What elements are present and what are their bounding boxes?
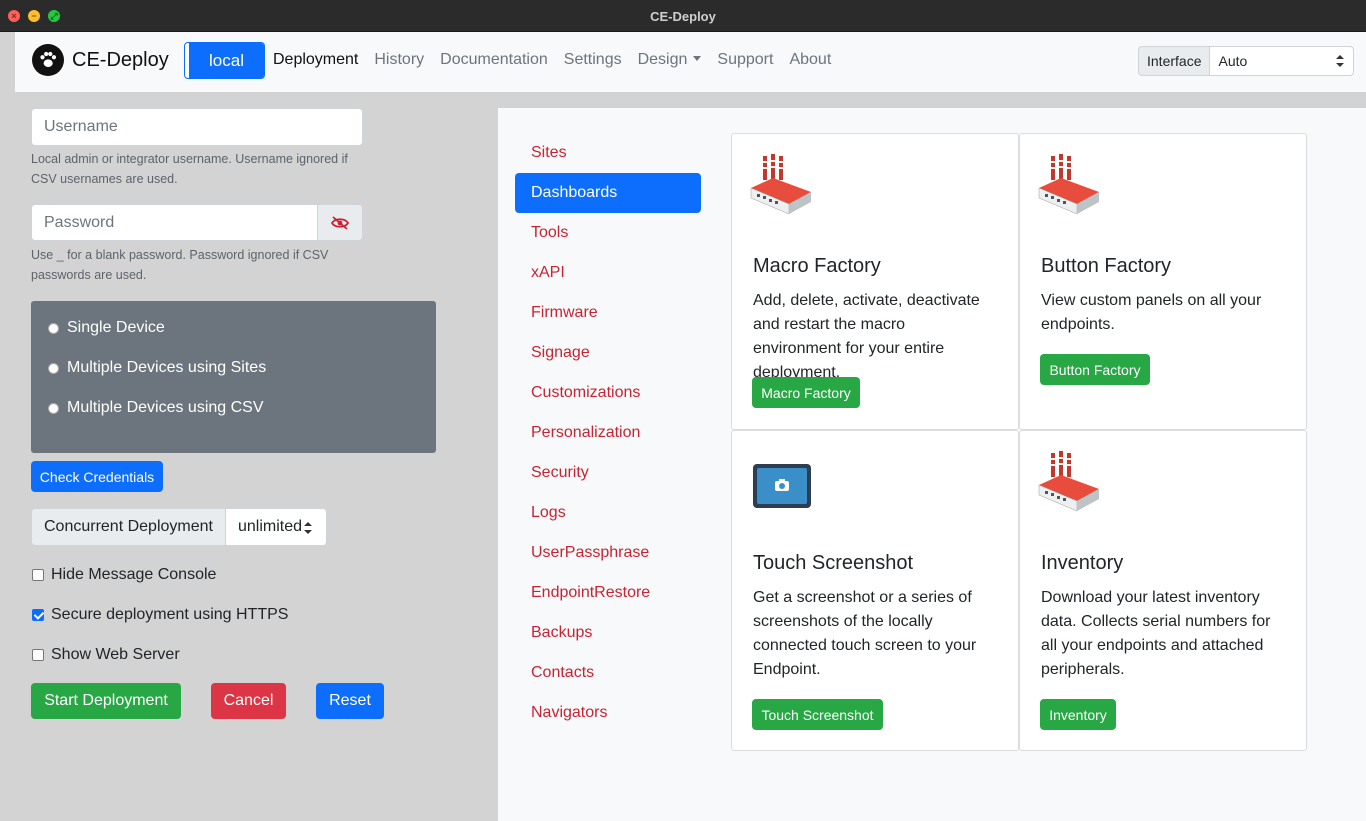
nav-about[interactable]: About <box>789 51 831 69</box>
radio-multiple-csv[interactable]: Multiple Devices using CSV <box>48 399 264 417</box>
card-text: View custom panels on all your endpoints… <box>1041 292 1262 333</box>
checkbox-label: Secure deployment using HTTPS <box>51 606 289 623</box>
window-titlebar: × − ⤢ CE-Deploy <box>0 0 1366 32</box>
radio-multiple-sites[interactable]: Multiple Devices using Sites <box>48 359 266 377</box>
environment-button[interactable]: local <box>184 42 265 79</box>
paw-icon <box>32 44 64 76</box>
radio-label: Single Device <box>67 319 165 336</box>
card-title: Button Factory <box>1041 255 1172 277</box>
concurrent-deployment-group: Concurrent Deployment unlimited <box>31 508 327 546</box>
card-title: Touch Screenshot <box>753 552 914 574</box>
check-credentials-button[interactable]: Check Credentials <box>31 461 163 492</box>
dashboard-panel: Sites Dashboards Tools xAPI Firmware Sig… <box>498 108 1366 821</box>
side-nav: Sites Dashboards Tools xAPI Firmware Sig… <box>515 133 701 733</box>
concurrent-value: unlimited <box>237 518 302 535</box>
main-nav: Deployment History Documentation Setting… <box>273 51 847 69</box>
side-item-endpointrestore[interactable]: EndpointRestore <box>515 573 701 613</box>
card-text: Add, delete, activate, deactivate and re… <box>753 292 980 381</box>
select-arrows-icon <box>303 522 318 534</box>
select-arrows-icon <box>1336 55 1345 67</box>
card-touch-screenshot: Touch Screenshot Get a screenshot or a s… <box>731 430 1019 751</box>
username-help: Local admin or integrator username. User… <box>31 152 348 186</box>
nav-settings[interactable]: Settings <box>564 51 622 69</box>
side-item-backups[interactable]: Backups <box>515 613 701 653</box>
concurrent-select[interactable]: unlimited <box>225 508 327 546</box>
side-item-contacts[interactable]: Contacts <box>515 653 701 693</box>
touch-screenshot-button[interactable]: Touch Screenshot <box>752 699 883 730</box>
interface-value: Auto <box>1218 53 1248 69</box>
card-inventory: Inventory Download your latest inventory… <box>1019 430 1307 751</box>
side-item-firmware[interactable]: Firmware <box>515 293 701 333</box>
factory-icon <box>750 154 811 215</box>
card-title: Macro Factory <box>753 255 881 277</box>
brand[interactable]: CE-Deploy <box>32 44 169 76</box>
username-input[interactable]: Username <box>31 108 363 146</box>
macro-factory-button[interactable]: Macro Factory <box>752 377 860 408</box>
window-title: CE-Deploy <box>650 9 716 24</box>
side-item-userpassphrase[interactable]: UserPassphrase <box>515 533 701 573</box>
factory-icon <box>1038 154 1099 215</box>
start-deployment-button[interactable]: Start Deployment <box>31 683 181 719</box>
web-server-checkbox-row[interactable]: Show Web Server <box>32 646 180 664</box>
side-item-navigators[interactable]: Navigators <box>515 693 701 733</box>
side-item-dashboards[interactable]: Dashboards <box>515 173 701 213</box>
web-server-checkbox[interactable] <box>32 649 44 661</box>
checkbox-label: Hide Message Console <box>51 566 217 583</box>
card-button-factory: Button Factory View custom panels on all… <box>1019 133 1307 430</box>
radio-circle[interactable] <box>48 322 59 334</box>
card-title: Inventory <box>1041 552 1124 574</box>
environment-label: local <box>189 43 264 78</box>
toggle-password-button[interactable] <box>317 204 363 241</box>
side-item-security[interactable]: Security <box>515 453 701 493</box>
screenshot-icon <box>753 464 811 508</box>
card-text: Get a screenshot or a series of screensh… <box>753 589 977 678</box>
password-placeholder: Password <box>44 213 115 231</box>
radio-label: Multiple Devices using Sites <box>67 359 267 376</box>
side-item-tools[interactable]: Tools <box>515 213 701 253</box>
nav-design-label: Design <box>637 51 688 68</box>
card-text: Download your latest inventory data. Col… <box>1041 589 1271 678</box>
top-navbar: CE-Deploy local Deployment History Docum… <box>15 32 1366 92</box>
side-item-xapi[interactable]: xAPI <box>515 253 701 293</box>
password-input[interactable]: Password <box>31 204 318 241</box>
hide-console-checkbox[interactable] <box>32 569 44 581</box>
https-checkbox[interactable] <box>32 609 44 621</box>
device-mode-group: Single Device Multiple Devices using Sit… <box>31 301 436 453</box>
side-item-signage[interactable]: Signage <box>515 333 701 373</box>
side-item-logs[interactable]: Logs <box>515 493 701 533</box>
radio-label: Multiple Devices using CSV <box>67 399 264 416</box>
password-help: Use _ for a blank password. Password ign… <box>31 248 329 282</box>
checkbox-label: Show Web Server <box>51 646 180 663</box>
nav-support[interactable]: Support <box>717 51 773 69</box>
cancel-button[interactable]: Cancel <box>211 683 286 719</box>
brand-name: CE-Deploy <box>72 48 169 71</box>
button-factory-button[interactable]: Button Factory <box>1040 354 1150 385</box>
factory-icon <box>1038 451 1099 512</box>
interface-label: Interface <box>1138 46 1211 76</box>
deployment-form: Username Local admin or integrator usern… <box>0 92 498 821</box>
nav-history[interactable]: History <box>374 51 424 69</box>
eye-slash-icon <box>330 215 350 230</box>
card-macro-factory: Macro Factory Add, delete, activate, dea… <box>731 133 1019 430</box>
hide-console-checkbox-row[interactable]: Hide Message Console <box>32 566 216 584</box>
interface-selector: Interface Auto <box>1138 46 1355 76</box>
caret-down-icon <box>693 55 702 61</box>
nav-deployment[interactable]: Deployment <box>273 51 358 69</box>
nav-design-dropdown[interactable]: Design <box>638 51 702 69</box>
concurrent-label: Concurrent Deployment <box>31 508 226 546</box>
interface-select[interactable]: Auto <box>1210 46 1355 76</box>
radio-circle[interactable] <box>48 362 59 374</box>
radio-circle[interactable] <box>48 402 59 414</box>
radio-single-device[interactable]: Single Device <box>48 319 165 337</box>
side-item-personalization[interactable]: Personalization <box>515 413 701 453</box>
reset-button[interactable]: Reset <box>316 683 384 719</box>
side-item-customizations[interactable]: Customizations <box>515 373 701 413</box>
nav-documentation[interactable]: Documentation <box>440 51 548 69</box>
side-item-sites[interactable]: Sites <box>515 133 701 173</box>
inventory-button[interactable]: Inventory <box>1040 699 1116 730</box>
username-placeholder: Username <box>44 118 118 135</box>
https-checkbox-row[interactable]: Secure deployment using HTTPS <box>32 606 288 624</box>
